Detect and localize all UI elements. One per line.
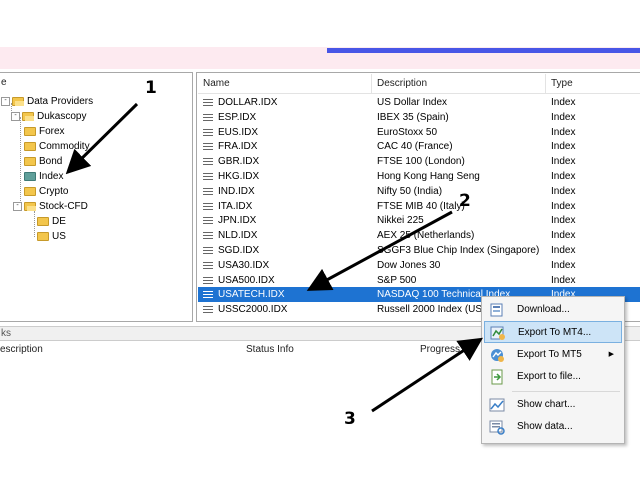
annotation-arrow-1	[65, 102, 139, 175]
annotation-number-1: 1	[145, 78, 157, 98]
annotation-arrow-3	[371, 337, 484, 413]
annotation-arrows	[65, 102, 484, 413]
annotation-number-2: 2	[459, 191, 471, 211]
annotation-number-3: 3	[344, 409, 356, 429]
annotation-arrow-2	[306, 210, 453, 291]
